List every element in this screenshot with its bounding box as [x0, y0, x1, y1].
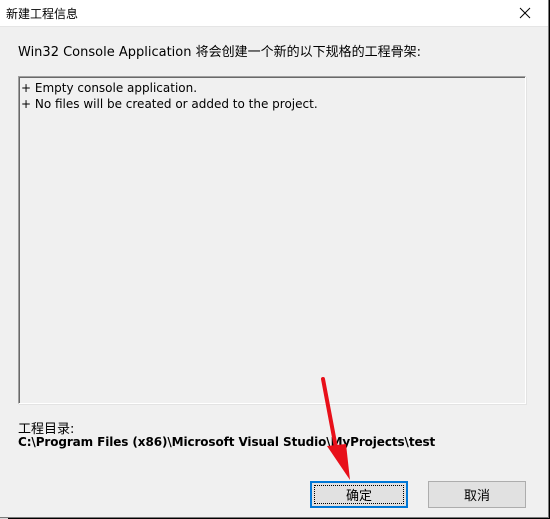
description-line: + Empty console application.: [21, 81, 198, 95]
title-bar: 新建工程信息: [0, 0, 548, 27]
description-line: + No files will be created or added to t…: [21, 97, 318, 111]
new-project-info-dialog: 新建工程信息 Win32 Console Application 将会创建一个新…: [0, 0, 549, 518]
project-description-box[interactable]: + Empty console application. + No files …: [18, 76, 526, 404]
intro-text: Win32 Console Application 将会创建一个新的以下规格的工…: [18, 45, 421, 60]
window-title: 新建工程信息: [6, 7, 79, 21]
ok-button[interactable]: 确定: [310, 481, 408, 508]
cancel-button-label: 取消: [463, 489, 490, 504]
close-button[interactable]: [502, 0, 548, 26]
cancel-button[interactable]: 取消: [428, 481, 526, 508]
project-dir-path: C:\Program Files (x86)\Microsoft Visual …: [18, 435, 436, 449]
close-icon: [519, 7, 531, 19]
focus-rectangle: [314, 485, 404, 504]
